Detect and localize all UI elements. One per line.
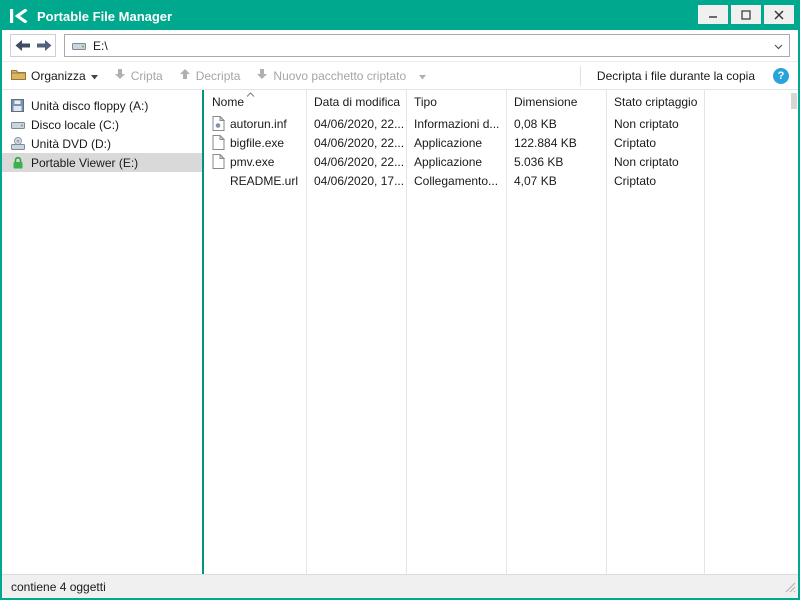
file-row-pmv-exe[interactable]: pmv.exe 04/06/2020, 22... Applicazione 5… [204,152,798,171]
file-modified: 04/06/2020, 22... [306,155,406,169]
file-icon [212,135,225,150]
file-type: Collegamento... [406,174,506,188]
drive-tree-sidebar: Unità disco floppy (A:) Disco locale (C:… [2,90,202,574]
file-size: 0,08 KB [506,117,606,131]
file-name: pmv.exe [230,155,274,169]
file-icon [212,154,225,169]
sidebar-item-dvd-d[interactable]: Unità DVD (D:) [2,134,202,153]
sidebar-item-floppy-a[interactable]: Unità disco floppy (A:) [2,96,202,115]
file-list: Nome Data di modifica Tipo Dimensione St… [204,90,798,574]
nuovo-pacchetto-criptato-button[interactable]: Nuovo pacchetto criptato [256,68,426,83]
column-header-tipo[interactable]: Tipo [406,95,506,109]
back-arrow-icon [15,40,30,51]
minimize-button[interactable] [698,5,728,24]
drive-icon [71,40,86,52]
file-modified: 04/06/2020, 17... [306,174,406,188]
address-bar[interactable]: E:\ [64,34,790,57]
address-dropdown-icon[interactable] [774,39,783,53]
file-encryption-status: Criptato [606,174,704,188]
file-modified: 04/06/2020, 22... [306,136,406,150]
file-size: 4,07 KB [506,174,606,188]
decrypt-on-copy-option[interactable]: Decripta i file durante la copia [597,69,755,83]
column-separator [306,90,307,574]
sidebar-item-label: Disco locale (C:) [31,118,119,132]
file-row-bigfile-exe[interactable]: bigfile.exe 04/06/2020, 22... Applicazio… [204,133,798,152]
back-button[interactable] [11,35,33,56]
portable-file-manager-window: Portable File Manager [0,0,800,600]
file-encryption-status: Non criptato [606,117,704,131]
file-name: autorun.inf [230,117,287,131]
resize-grip-icon[interactable] [785,582,796,596]
file-type: Informazioni d... [406,117,506,131]
chevron-down-icon [419,69,426,83]
kaspersky-logo-icon [10,9,28,23]
address-text: E:\ [93,39,767,53]
column-separator [506,90,507,574]
folder-icon [11,68,26,83]
file-type: Applicazione [406,155,506,169]
encrypt-arrow-icon [114,68,126,83]
file-name: README.url [230,174,298,188]
close-button[interactable] [764,5,794,24]
status-bar: contiene 4 oggetti [2,574,798,598]
column-header-data-di-modifica[interactable]: Data di modifica [306,95,406,109]
chevron-down-icon [91,69,98,83]
file-row-autorun-inf[interactable]: autorun.inf 04/06/2020, 22... Informazio… [204,114,798,133]
nuovo-pacchetto-label: Nuovo pacchetto criptato [273,69,406,83]
file-row-readme-url[interactable]: README.url 04/06/2020, 17... Collegament… [204,171,798,190]
forward-arrow-icon [37,40,52,51]
navigation-row: E:\ [2,30,798,62]
floppy-icon [10,99,25,112]
sidebar-item-local-disk-c[interactable]: Disco locale (C:) [2,115,202,134]
organizza-label: Organizza [31,69,86,83]
close-icon [774,10,784,20]
new-package-icon [256,68,268,83]
toolbar-separator [580,66,581,86]
file-size: 122.884 KB [506,136,606,150]
file-modified: 04/06/2020, 22... [306,117,406,131]
maximize-icon [741,10,751,20]
help-icon[interactable]: ? [773,68,789,84]
titlebar: Portable File Manager [2,2,798,30]
maximize-button[interactable] [731,5,761,24]
dvd-drive-icon [10,137,25,150]
vertical-scrollbar[interactable] [791,93,797,109]
forward-button[interactable] [33,35,55,56]
column-separator [406,90,407,574]
main-content: Unità disco floppy (A:) Disco locale (C:… [2,90,798,574]
lock-icon [10,156,25,170]
navigation-buttons [10,34,56,57]
file-type: Applicazione [406,136,506,150]
organizza-button[interactable]: Organizza [11,68,98,83]
column-headers: Nome Data di modifica Tipo Dimensione St… [204,90,798,114]
column-separator [704,90,705,574]
decrypt-arrow-icon [179,68,191,83]
toolbar: Organizza Cripta Decripta Nuovo pacchett… [2,62,798,90]
file-name: bigfile.exe [230,136,284,150]
cripta-label: Cripta [131,69,163,83]
column-header-stato-criptaggio[interactable]: Stato criptaggio [606,95,704,109]
file-encryption-status: Criptato [606,136,704,150]
setup-file-icon [212,116,225,131]
file-encryption-status: Non criptato [606,155,704,169]
decripta-button[interactable]: Decripta [179,68,241,83]
sort-ascending-icon [246,90,255,97]
column-header-nome[interactable]: Nome [204,95,306,109]
column-separator [606,90,607,574]
file-size: 5.036 KB [506,155,606,169]
window-controls [698,5,794,24]
decripta-label: Decripta [196,69,241,83]
column-header-dimensione[interactable]: Dimensione [506,95,606,109]
sidebar-item-label: Unità DVD (D:) [31,137,111,151]
window-title: Portable File Manager [37,9,698,24]
sidebar-item-label: Portable Viewer (E:) [31,156,138,170]
cripta-button[interactable]: Cripta [114,68,163,83]
minimize-icon [708,10,718,20]
sidebar-item-label: Unità disco floppy (A:) [31,99,148,113]
sidebar-item-portable-viewer-e[interactable]: Portable Viewer (E:) [2,153,202,172]
item-count-text: contiene 4 oggetti [11,580,106,594]
hard-drive-icon [10,119,25,131]
